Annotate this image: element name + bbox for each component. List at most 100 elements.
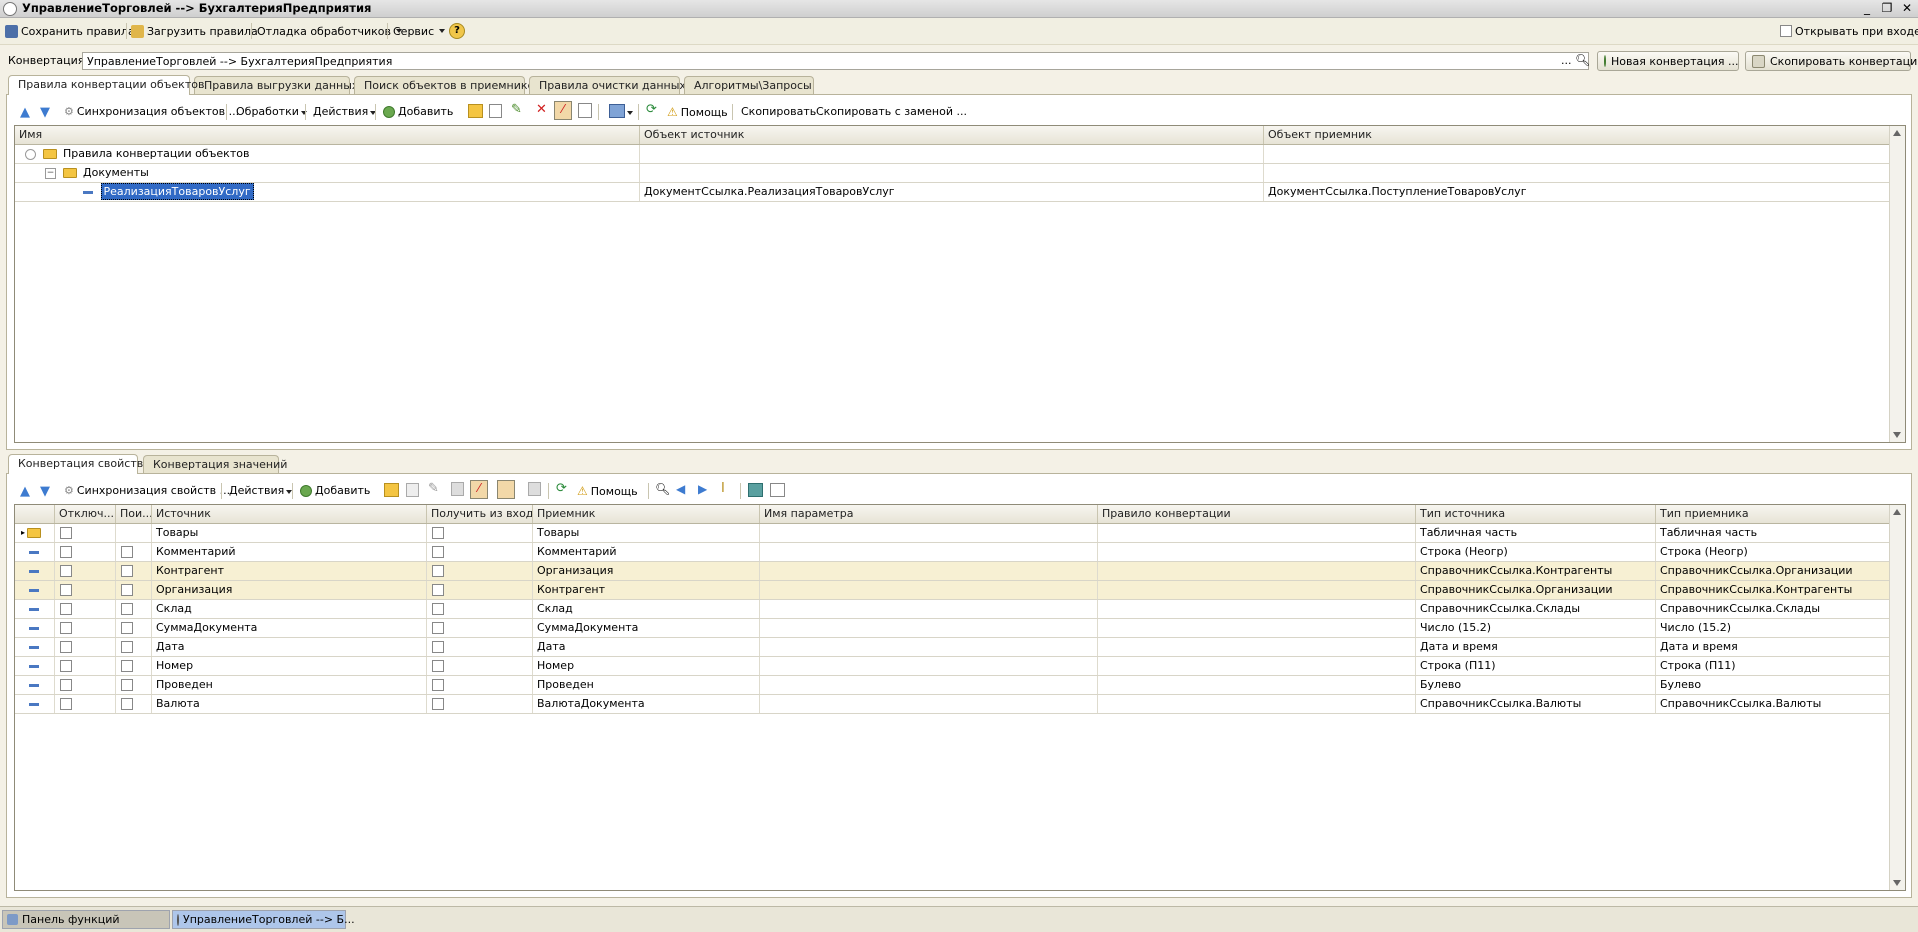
help-button[interactable]: ⚠ Помощь (667, 105, 728, 119)
sync-properties-button[interactable]: ⚙ Синхронизация свойств ... (64, 484, 230, 497)
check-all-icon[interactable] (748, 483, 763, 497)
checkbox[interactable] (60, 546, 72, 558)
checkbox[interactable] (121, 641, 133, 653)
move-up-icon[interactable]: ▲ (20, 484, 30, 499)
checkbox[interactable] (121, 679, 133, 691)
checkbox[interactable] (432, 603, 444, 615)
tab-property-conversion[interactable]: Конвертация свойств (8, 454, 143, 474)
table-row[interactable]: Проведен Проведен Булево Булево (15, 676, 1905, 695)
help-button[interactable]: ⚠ Помощь (577, 484, 638, 498)
checkbox[interactable] (60, 641, 72, 653)
column-header-source-type[interactable]: Тип источника (1416, 505, 1656, 523)
actions-menu[interactable]: Действия (229, 484, 293, 497)
column-header-source[interactable]: Объект источник (640, 126, 1264, 144)
checkbox[interactable] (432, 698, 444, 710)
checkbox[interactable] (432, 641, 444, 653)
expand-icon[interactable] (25, 148, 36, 160)
checkbox[interactable] (432, 546, 444, 558)
tab-object-conversion-rules[interactable]: Правила конвертации объектов (8, 75, 204, 95)
delete-icon[interactable]: ✕ (536, 102, 547, 117)
new-conversion-button[interactable]: Новая конвертация ... (1597, 51, 1739, 71)
uncheck-all-icon[interactable] (770, 483, 785, 497)
tab-target-object-search[interactable]: Поиск объектов в приемнике (354, 76, 534, 94)
table-row[interactable]: Контрагент Организация СправочникСсылка.Ко… (15, 562, 1905, 581)
table-row[interactable]: СуммаДокумента СуммаДокумента Число (15.2)… (15, 619, 1905, 638)
task-conversion-window[interactable]: УправлениеТорговлей --> Б... (172, 910, 355, 929)
arrow-left-icon[interactable]: ◀ (676, 482, 685, 496)
table-row[interactable]: Номер Номер Строка (П11) Строка (П11) (15, 657, 1905, 676)
close-icon[interactable]: ✕ (1898, 0, 1916, 16)
service-menu[interactable]: Сервис (393, 23, 446, 39)
vertical-scrollbar[interactable] (1889, 126, 1905, 442)
restore-icon[interactable]: ❐ (1878, 0, 1896, 16)
column-header-disabled[interactable]: Отключ... (55, 505, 116, 523)
move-down-icon[interactable]: ▼ (40, 484, 50, 499)
checkbox[interactable] (432, 584, 444, 596)
column-header-target[interactable]: Объект приемник (1264, 126, 1890, 144)
checkbox[interactable] (432, 660, 444, 672)
search-icon[interactable]: 🔍︎ (1575, 53, 1590, 67)
debug-handlers-menu[interactable]: Отладка обработчиков (257, 23, 402, 39)
add-folder-icon[interactable] (384, 483, 399, 497)
tab-data-cleanup-rules[interactable]: Правила очистки данных (529, 76, 686, 94)
table-row[interactable]: Склад Склад СправочникСсылка.Склады Справоч… (15, 600, 1905, 619)
cursor-icon[interactable]: Ⅰ (721, 481, 725, 496)
column-header-name[interactable]: Имя (15, 126, 640, 144)
tab-value-conversion[interactable]: Конвертация значений (143, 455, 287, 473)
scroll-up-icon[interactable] (1893, 130, 1901, 136)
move-down-icon[interactable]: ▼ (40, 105, 50, 120)
checkbox[interactable] (121, 622, 133, 634)
column-header-target-type[interactable]: Тип приемника (1656, 505, 1891, 523)
tab-data-export-rules[interactable]: Правила выгрузки данных (194, 76, 358, 94)
add-folder-icon[interactable] (468, 104, 483, 118)
collapse-icon[interactable]: − (45, 167, 56, 179)
column-header-conversion-rule[interactable]: Правило конвертации (1098, 505, 1416, 523)
checkbox[interactable] (121, 603, 133, 615)
save-rules-button[interactable]: Сохранить правила (5, 23, 135, 39)
scroll-up-icon[interactable] (1893, 509, 1901, 515)
tree-row-selected[interactable]: РеализацияТоваровУслуг ДокументСсылка.Ре… (15, 183, 1905, 202)
tree-row[interactable]: Правила конвертации объектов (15, 145, 1905, 164)
refresh-icon[interactable]: ⟳ (646, 102, 657, 117)
checkbox[interactable] (432, 679, 444, 691)
column-header-search[interactable]: Пои... (116, 505, 152, 523)
column-header-param-name[interactable]: Имя параметра (760, 505, 1098, 523)
checkbox[interactable] (121, 584, 133, 596)
properties-icon[interactable] (578, 103, 592, 118)
disable-icon[interactable]: ⁄ (554, 101, 572, 120)
scroll-down-icon[interactable] (1893, 880, 1901, 886)
checkbox[interactable] (121, 546, 133, 558)
checkbox[interactable] (121, 565, 133, 577)
copy-button[interactable]: Скопировать (741, 105, 816, 118)
find-icon[interactable]: 🔍︎ (655, 482, 670, 496)
processing-menu[interactable]: Обработки (236, 105, 307, 118)
tree-row[interactable]: − Документы (15, 164, 1905, 183)
tab-algorithms-queries[interactable]: Алгоритмы\Запросы (684, 76, 814, 94)
table-row[interactable]: Валюта ВалютаДокумента СправочникСсылка.Ва… (15, 695, 1905, 714)
table-row[interactable]: Комментарий Комментарий Строка (Неогр) Стро… (15, 543, 1905, 562)
disable-icon[interactable]: ⁄ (470, 480, 488, 499)
checkbox[interactable] (432, 622, 444, 634)
column-header-source[interactable]: Источник (152, 505, 427, 523)
checkbox[interactable] (60, 527, 72, 539)
grouping-icon[interactable] (497, 480, 515, 499)
checkbox[interactable] (60, 603, 72, 615)
expand-icon[interactable]: ▸ (21, 528, 25, 537)
table-row[interactable]: Организация Контрагент СправочникСсылка.Ор… (15, 581, 1905, 600)
move-up-icon[interactable]: ▲ (20, 105, 30, 120)
checkbox[interactable] (60, 584, 72, 596)
checkbox[interactable] (121, 698, 133, 710)
checkbox[interactable] (60, 679, 72, 691)
select-button[interactable]: ... (1561, 54, 1572, 67)
task-function-panel[interactable]: Панель функций (2, 910, 170, 929)
copy-replace-button[interactable]: Скопировать с заменой ... (816, 105, 967, 118)
copy-icon[interactable] (406, 483, 419, 497)
move-to-group-icon[interactable] (609, 104, 625, 118)
edit-icon[interactable]: ✎ (428, 481, 439, 496)
arrow-right-icon[interactable]: ▶ (698, 482, 707, 496)
properties-icon[interactable] (528, 482, 541, 496)
load-rules-button[interactable]: Загрузить правила (131, 23, 258, 39)
column-header-get-from-incoming[interactable]: Получить из входя... (427, 505, 533, 523)
open-on-start-checkbox[interactable]: Открывать при входе (1780, 23, 1918, 39)
help-button[interactable]: ? (449, 23, 465, 39)
